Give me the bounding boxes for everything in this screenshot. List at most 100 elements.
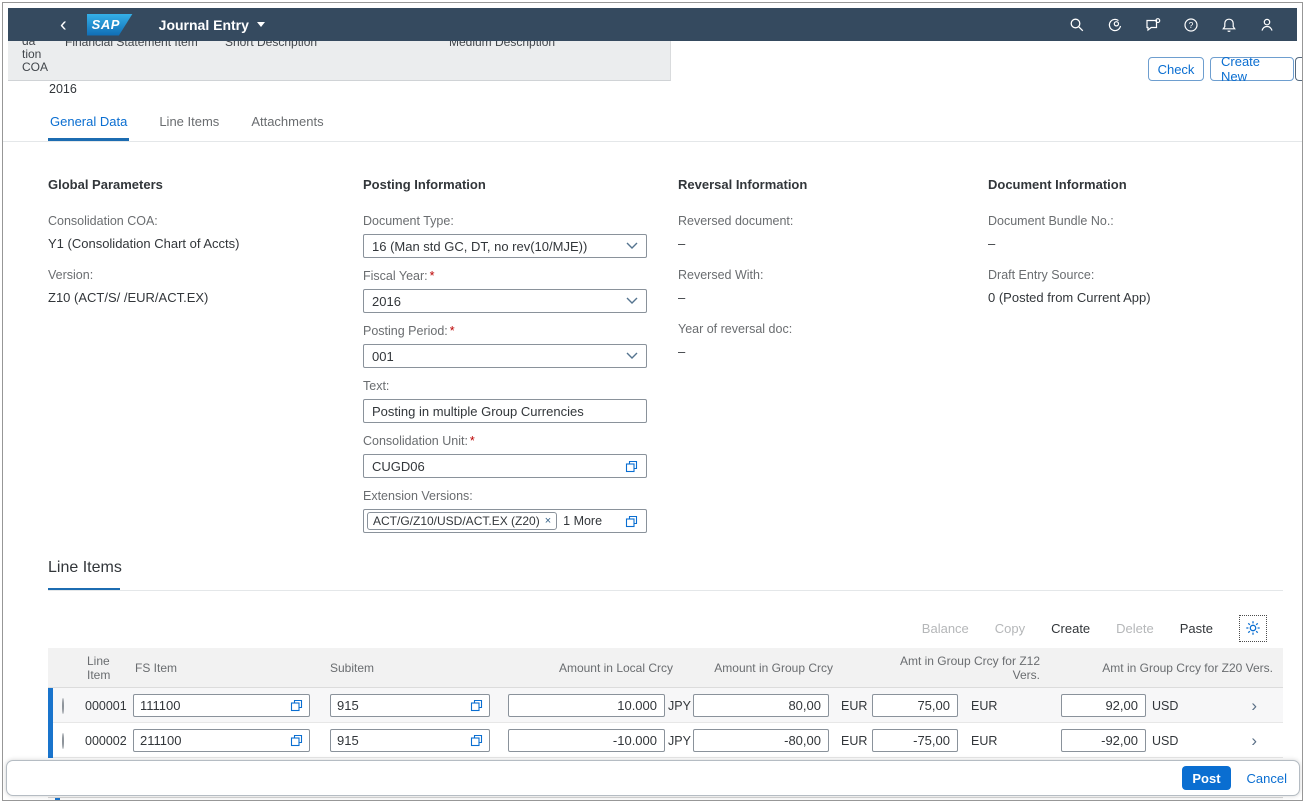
section-posting-information: Posting Information Document Type: 16 (M…: [363, 177, 647, 544]
field-value: Z10 (ACT/S/ /EUR/ACT.EX): [48, 290, 343, 305]
value-help-icon[interactable]: [625, 515, 638, 528]
value-help-icon[interactable]: [290, 699, 303, 712]
table-row: 000001 111100 915 10.000 JPY 80,00 EUR 7…: [48, 688, 1283, 723]
amount-local-input[interactable]: -10.000: [508, 729, 665, 752]
amount-z12-input[interactable]: -75,00: [872, 729, 958, 752]
tab-attachments[interactable]: Attachments: [249, 114, 325, 141]
select-value: 2016: [372, 294, 620, 309]
search-icon[interactable]: [1069, 17, 1085, 33]
app-title-menu[interactable]: Journal Entry: [159, 17, 265, 33]
profile-icon[interactable]: [1259, 17, 1275, 33]
help-icon[interactable]: ?: [1183, 17, 1199, 33]
background-col-medium-description: Medium Description: [449, 41, 555, 49]
col-header-fs-item: FS Item: [133, 661, 318, 675]
value-help-icon[interactable]: [470, 699, 483, 712]
fs-item-input[interactable]: 111100: [133, 694, 310, 717]
row-radio-button[interactable]: [62, 733, 64, 749]
notifications-icon[interactable]: [1221, 17, 1237, 33]
section-reversal-information: Reversal Information Reversed document: …: [678, 177, 973, 376]
tab-general-data[interactable]: General Data: [48, 114, 129, 141]
field-label: Document Bundle No.:: [988, 214, 1288, 228]
amount-z20-input[interactable]: 92,00: [1061, 694, 1146, 717]
tokens-more-label[interactable]: 1 More: [563, 514, 619, 528]
clipped-table-row: [48, 797, 1283, 801]
input-value: 915: [337, 733, 464, 748]
subitem-input[interactable]: 915: [330, 694, 490, 717]
create-button[interactable]: Create: [1051, 621, 1090, 636]
fiscal-year-select[interactable]: 2016: [363, 289, 647, 313]
section-document-information: Document Information Document Bundle No.…: [988, 177, 1288, 322]
line-items-section-title: Line Items: [48, 559, 122, 577]
amount-local-input[interactable]: 10.000: [508, 694, 665, 717]
tab-bar: General Data Line Items Attachments: [48, 114, 326, 141]
document-type-select[interactable]: 16 (Man std GC, DT, no rev(10/MJE)): [363, 234, 647, 258]
currency-group: EUR: [829, 699, 869, 713]
chevron-down-icon: [626, 352, 638, 360]
line-items-divider: [48, 590, 1283, 591]
row-chevron-icon[interactable]: ›: [1188, 697, 1283, 714]
col-header-amount-z20: Amt in Group Crcy for Z20 Vers.: [1058, 661, 1283, 675]
field-reversed-with: Reversed With: –: [678, 268, 973, 305]
input-value: 211100: [140, 733, 284, 748]
value-help-icon[interactable]: [625, 460, 638, 473]
field-label: Consolidation Unit:*: [363, 434, 647, 448]
feedback-icon[interactable]: [1145, 17, 1161, 33]
background-dialog-header: da tion COA Financial Statement Item Sho…: [8, 41, 671, 81]
line-item-number: 000001: [85, 699, 133, 713]
back-icon[interactable]: ‹: [60, 17, 67, 33]
sap-logo[interactable]: SAP: [87, 14, 133, 36]
copy-button[interactable]: Copy: [995, 621, 1025, 636]
field-reversed-document: Reversed document: –: [678, 214, 973, 251]
line-item-number: 000002: [85, 734, 133, 748]
value-help-icon[interactable]: [290, 734, 303, 747]
posting-period-select[interactable]: 001: [363, 344, 647, 368]
field-label: Extension Versions:: [363, 489, 647, 503]
section-title: Global Parameters: [48, 177, 343, 192]
amount-z20-input[interactable]: -92,00: [1061, 729, 1146, 752]
input-value: 111100: [140, 698, 284, 713]
app-window: ‹ SAP Journal Entry ?: [2, 2, 1303, 801]
field-extension-versions: Extension Versions: ACT/G/Z10/USD/ACT.EX…: [363, 489, 647, 533]
background-col-consolidation-coa: da tion COA: [22, 41, 48, 74]
chevron-down-icon: [257, 22, 265, 27]
tab-line-items[interactable]: Line Items: [157, 114, 221, 141]
delete-button[interactable]: Delete: [1116, 621, 1154, 636]
required-marker: *: [430, 269, 435, 283]
amount-group-input[interactable]: 80,00: [693, 694, 829, 717]
field-value: –: [678, 290, 973, 305]
currency-z20: USD: [1146, 699, 1188, 713]
extension-version-token[interactable]: ACT/G/Z10/USD/ACT.EX (Z20) ×: [367, 512, 557, 530]
row-radio-button[interactable]: [62, 698, 64, 714]
field-consolidation-coa: Consolidation COA: Y1 (Consolidation Cha…: [48, 214, 343, 251]
col-header-line-item: Line Item: [85, 654, 133, 682]
shell-bar: ‹ SAP Journal Entry ?: [8, 8, 1297, 41]
field-label: Document Type:: [363, 214, 647, 228]
subitem-input[interactable]: 915: [330, 729, 490, 752]
copilot-icon[interactable]: [1107, 17, 1123, 33]
value-help-icon[interactable]: [470, 734, 483, 747]
create-new-button[interactable]: Create New: [1210, 57, 1294, 81]
token-remove-icon[interactable]: ×: [545, 515, 551, 527]
consolidation-unit-input[interactable]: CUGD06: [363, 454, 647, 478]
fs-item-input[interactable]: 211100: [133, 729, 310, 752]
cancel-button[interactable]: Cancel: [1247, 771, 1287, 786]
currency-z20: USD: [1146, 734, 1188, 748]
row-chevron-icon[interactable]: ›: [1188, 732, 1283, 749]
clipped-button-fragment[interactable]: [1295, 57, 1303, 81]
currency-z12: EUR: [958, 699, 1058, 713]
input-value: CUGD06: [372, 459, 619, 474]
extension-versions-input[interactable]: ACT/G/Z10/USD/ACT.EX (Z20) × 1 More: [363, 509, 647, 533]
field-year-of-reversal-doc: Year of reversal doc: –: [678, 322, 973, 359]
table-settings-button[interactable]: [1239, 615, 1267, 642]
chevron-down-icon: [626, 297, 638, 305]
paste-button[interactable]: Paste: [1180, 621, 1213, 636]
section-title: Reversal Information: [678, 177, 973, 192]
amount-group-input[interactable]: -80,00: [693, 729, 829, 752]
table-header-row: Line Item FS Item Subitem Amount in Loca…: [48, 648, 1283, 688]
check-button[interactable]: Check: [1148, 57, 1204, 81]
field-label: Posting Period:*: [363, 324, 647, 338]
balance-button[interactable]: Balance: [922, 621, 969, 636]
post-button[interactable]: Post: [1182, 766, 1230, 790]
text-input[interactable]: Posting in multiple Group Currencies: [363, 399, 647, 423]
amount-z12-input[interactable]: 75,00: [872, 694, 958, 717]
